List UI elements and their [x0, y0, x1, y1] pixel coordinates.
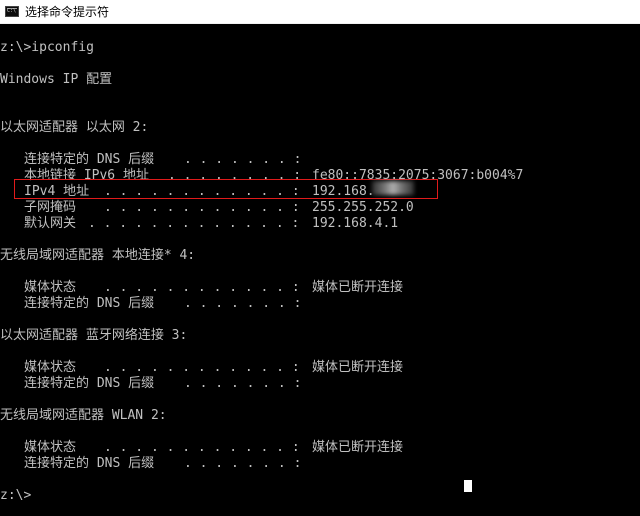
config-row: 连接特定的 DNS 后缀 . . . . . . . : — [0, 296, 640, 312]
config-row: 连接特定的 DNS 后缀 . . . . . . . : — [0, 456, 640, 472]
config-row: 媒体状态 . . . . . . . . . . . . : 媒体已断开连接 — [0, 360, 640, 376]
config-label: 连接特定的 DNS 后缀 — [24, 296, 155, 311]
redacted-ip-blur — [372, 181, 414, 195]
config-row: 连接特定的 DNS 后缀 . . . . . . . : — [0, 152, 640, 168]
terminal-icon — [5, 6, 19, 17]
config-dots: . . . . . . . : — [184, 152, 302, 167]
config-value: 媒体已断开连接 — [312, 280, 404, 295]
config-label: 媒体状态 — [24, 440, 77, 455]
console-output[interactable]: z:\>ipconfig Windows IP 配置 以太网适配器 以太网 2:… — [0, 24, 640, 516]
config-dots: . . . . . . . . . . . . : — [104, 200, 300, 215]
config-label: 媒体状态 — [24, 360, 77, 375]
config-label: 连接特定的 DNS 后缀 — [24, 376, 155, 391]
config-row: 子网掩码 . . . . . . . . . . . . : 255.255.2… — [0, 200, 640, 216]
adapter-title: 无线局域网适配器 WLAN 2: — [0, 408, 167, 423]
config-row: 媒体状态 . . . . . . . . . . . . : 媒体已断开连接 — [0, 280, 640, 296]
config-row: 连接特定的 DNS 后缀 . . . . . . . : — [0, 376, 640, 392]
config-value: 192.168.4.1 — [312, 216, 399, 231]
config-label: 连接特定的 DNS 后缀 — [24, 456, 155, 471]
window-title: 选择命令提示符 — [25, 5, 110, 19]
config-dots: . . . . . . . . . . . . . : — [88, 216, 300, 231]
config-dots: . . . . . . . : — [184, 376, 302, 391]
config-dots: . . . . . . . . . . . . : — [104, 280, 300, 295]
text-cursor — [464, 480, 472, 492]
prompt-line: z:\> — [0, 488, 32, 503]
config-label: 默认网关 — [24, 216, 77, 231]
prompt-line: z:\>ipconfig — [0, 40, 94, 55]
command-prompt-window: 选择命令提示符 z:\>ipconfig Windows IP 配置 以太网适配… — [0, 0, 640, 516]
config-dots: . . . . . . . . . . . . : — [104, 360, 300, 375]
config-label: 媒体状态 — [24, 280, 77, 295]
config-row: 媒体状态 . . . . . . . . . . . . : 媒体已断开连接 — [0, 440, 640, 456]
config-dots: . . . . . . . : — [184, 296, 302, 311]
config-row: 默认网关 . . . . . . . . . . . . . : 192.168… — [0, 216, 640, 232]
config-dots: . . . . . . . : — [184, 456, 302, 471]
section-header: Windows IP 配置 — [0, 72, 113, 87]
config-value: 媒体已断开连接 — [312, 440, 404, 455]
title-bar[interactable]: 选择命令提示符 — [0, 0, 640, 24]
config-value: 255.255.252.0 — [312, 200, 414, 215]
config-label: 连接特定的 DNS 后缀 — [24, 152, 155, 167]
config-dots: . . . . . . . . . . . . : — [104, 440, 300, 455]
adapter-title: 以太网适配器 以太网 2: — [0, 120, 149, 135]
config-label: 子网掩码 — [24, 200, 77, 215]
config-value: 媒体已断开连接 — [312, 360, 404, 375]
adapter-title: 无线局域网适配器 本地连接* 4: — [0, 248, 196, 263]
adapter-title: 以太网适配器 蓝牙网络连接 3: — [0, 328, 188, 343]
